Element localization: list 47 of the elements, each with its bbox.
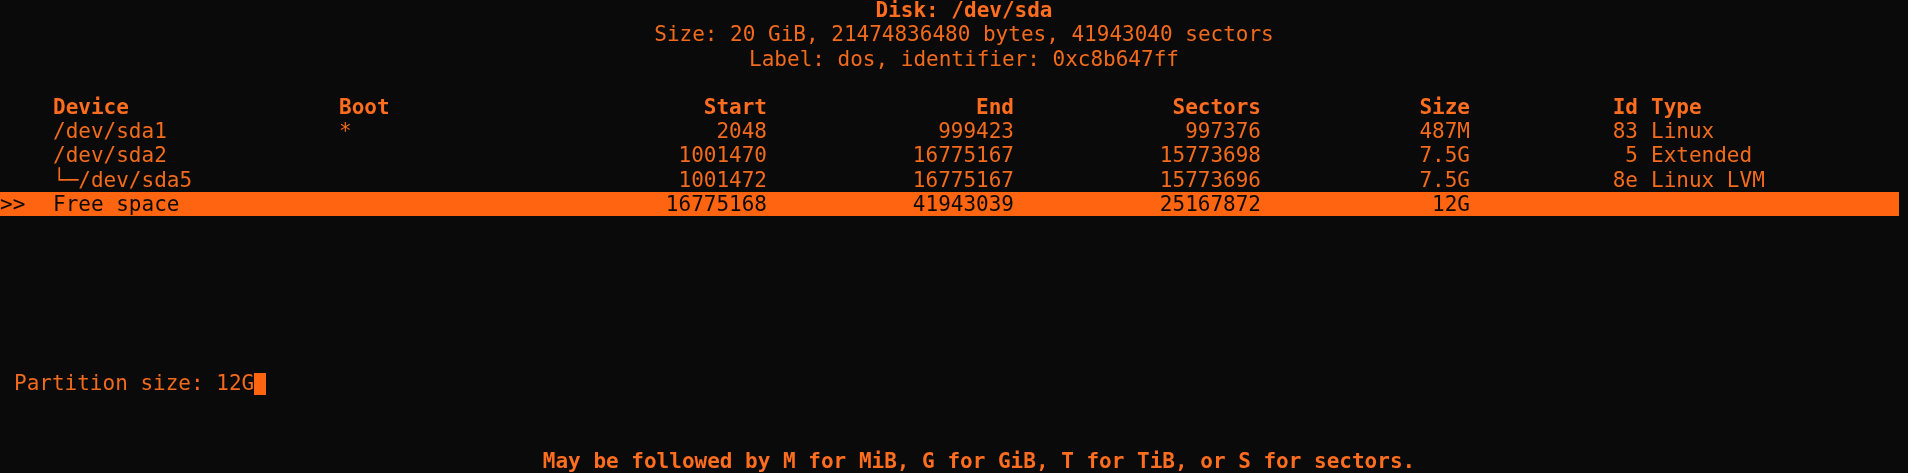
disk-label-text: Label: dos, identifier: 0xc8b647ff xyxy=(749,46,1179,71)
row-pointer: >> xyxy=(0,192,26,217)
column-header: End xyxy=(976,94,1014,119)
table-cell: 5 xyxy=(1625,143,1638,168)
selected-partition-row[interactable]: >> Free space 16775168 41943039 25167872 12G xyxy=(0,192,1899,217)
column-header: Size xyxy=(1419,94,1470,119)
table-cell: Linux LVM xyxy=(1651,167,1765,192)
column-header: Start xyxy=(703,94,767,119)
disk-size-text: Size: 20 GiB, 21474836480 bytes, 41943040 sectors xyxy=(654,22,1274,47)
table-cell: 7.5G xyxy=(1419,167,1470,192)
table-cell: 16775167 xyxy=(912,167,1014,192)
text-cursor xyxy=(254,372,267,395)
table-cell: 1001472 xyxy=(678,167,767,192)
partition-row[interactable]: └─/dev/sda5 1001472 16775167 15773696 7.5G 8e Linux LVM xyxy=(0,167,1899,193)
table-cell: 41943039 xyxy=(912,192,1014,217)
table-cell: 15773698 xyxy=(1159,143,1261,168)
table-cell: 25167872 xyxy=(1159,192,1261,217)
table-cell: 7.5G xyxy=(1419,143,1470,168)
table-cell: 15773696 xyxy=(1159,167,1261,192)
column-header: Id xyxy=(1612,94,1638,119)
table-cell: Free space xyxy=(53,192,180,217)
column-header: Type xyxy=(1651,94,1702,119)
column-header: Device xyxy=(53,94,129,119)
table-cell: * xyxy=(339,119,352,144)
table-cell: └─/dev/sda5 xyxy=(53,167,193,192)
prompt-label: Partition size: xyxy=(14,371,204,396)
table-cell: 16775168 xyxy=(665,192,767,217)
table-cell: 8e xyxy=(1612,167,1638,192)
table-cell: 999423 xyxy=(938,119,1014,144)
column-header: Sectors xyxy=(1172,94,1261,119)
disk-title: Disk: /dev/sda xyxy=(875,0,1053,23)
input-field[interactable]: 12G xyxy=(216,371,267,396)
table-cell: 12G xyxy=(1432,192,1470,217)
table-cell: Extended xyxy=(1651,143,1753,168)
table-cell: 16775167 xyxy=(912,143,1014,168)
table-cell: 83 xyxy=(1612,119,1638,144)
table-cell: /dev/sda1 xyxy=(53,119,167,144)
partition-row[interactable]: /dev/sda1 * 2048 999423 997376 487M 83 Linux xyxy=(0,119,1899,144)
table-cell: 997376 xyxy=(1185,119,1261,144)
column-header: Boot xyxy=(339,94,390,119)
hint-text: May be followed by M for MiB, G for GiB, T for TiB, or S for sectors. xyxy=(542,448,1416,473)
partition-row[interactable]: /dev/sda2 1001470 16775167 15773698 7.5G 5 Extended xyxy=(0,143,1899,168)
table-cell: /dev/sda2 xyxy=(53,143,167,168)
table-cell: 487M xyxy=(1419,119,1470,144)
table-cell: 1001470 xyxy=(678,143,767,168)
table-cell: 2048 xyxy=(716,119,767,144)
table-cell: Linux xyxy=(1651,119,1715,144)
